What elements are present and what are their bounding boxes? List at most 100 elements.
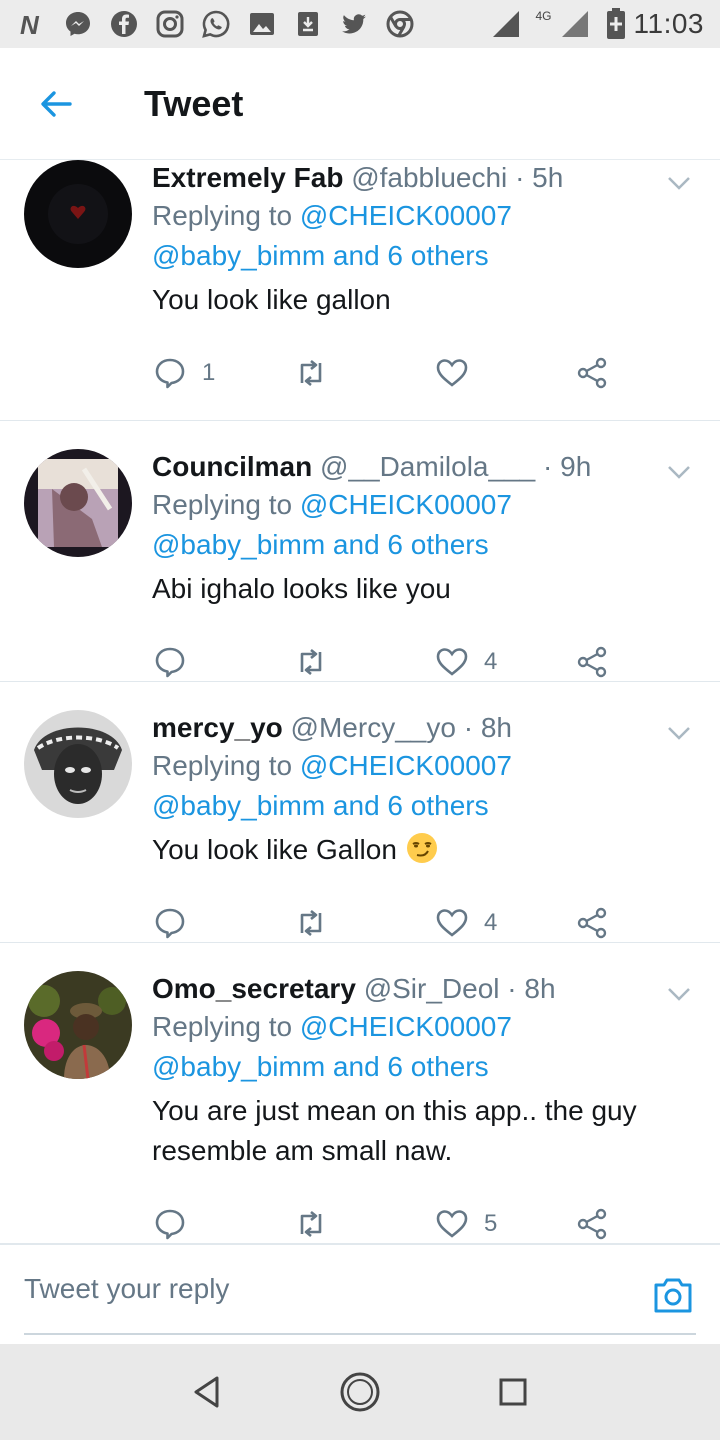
retweet-button[interactable] [293, 905, 434, 941]
reply-composer [0, 1244, 720, 1344]
heart-icon [436, 1210, 468, 1238]
user-handle[interactable]: @fabbluechi [351, 162, 507, 193]
avatar[interactable] [24, 710, 132, 818]
arrow-left-icon [41, 90, 72, 117]
chevron-down-icon[interactable] [664, 457, 694, 487]
user-handle[interactable]: @Mercy__yo [291, 712, 456, 743]
others-link[interactable]: @baby_bimm and 6 others [152, 525, 692, 565]
twitter-icon [338, 8, 370, 40]
tweet-header: Extremely Fab @fabbluechi · 5h [152, 160, 692, 196]
tweet-item[interactable]: Omo_secretary @Sir_Deol · 8h Replying to… [0, 943, 720, 1244]
tweet-body: Omo_secretary @Sir_Deol · 8h Replying to… [152, 971, 692, 1244]
chevron-down-icon[interactable] [664, 979, 694, 1009]
page-title: Tweet [144, 82, 244, 124]
retweet-button[interactable] [293, 644, 434, 680]
share-button[interactable] [575, 355, 611, 391]
mention-link[interactable]: @CHEICK00007 [300, 1011, 512, 1042]
replying-label: Replying to [152, 750, 293, 781]
share-button[interactable] [575, 1206, 611, 1242]
user-handle[interactable]: @Sir_Deol [364, 973, 500, 1004]
reply-button[interactable] [152, 1206, 293, 1242]
tweet-item[interactable]: mercy_yo @Mercy__yo · 8h Replying to @CH… [0, 682, 720, 943]
nav-home-button[interactable] [336, 1368, 384, 1416]
like-count: 4 [484, 648, 498, 675]
tweet-feed[interactable]: Extremely Fab @fabbluechi · 5h Replying … [0, 160, 720, 1244]
share-button[interactable] [575, 905, 611, 941]
replying-to: Replying to @CHEICK00007 [152, 746, 692, 786]
heart-icon [436, 648, 468, 676]
heart-icon [436, 359, 468, 387]
retweet-button[interactable] [293, 1206, 434, 1242]
like-count: 5 [484, 1210, 498, 1237]
like-button[interactable]: 4 [434, 905, 575, 941]
tweet-text: You are just mean on this app.. the guy … [152, 1095, 637, 1166]
reply-input[interactable] [24, 1245, 696, 1335]
replying-label: Replying to [152, 200, 293, 231]
nav-back-button[interactable] [183, 1368, 231, 1416]
replying-to: Replying to @CHEICK00007 [152, 1007, 692, 1047]
chrome-icon [384, 8, 416, 40]
recents-square-icon [499, 1378, 527, 1406]
smirking-face-emoji-icon [406, 833, 437, 863]
mention-link[interactable]: @CHEICK00007 [300, 489, 512, 520]
download-icon [292, 8, 324, 40]
back-button[interactable] [28, 76, 84, 132]
display-name[interactable]: Omo_secretary [152, 973, 356, 1004]
tweet-time: 5h [532, 162, 564, 193]
tweet-time: 9h [560, 451, 592, 482]
tweet-header: mercy_yo @Mercy__yo · 8h [152, 710, 692, 746]
tweet-text: Abi ighalo looks like you [152, 573, 451, 604]
status-notification-icons: N [16, 8, 416, 40]
display-name[interactable]: mercy_yo [152, 712, 283, 743]
tweet-actions: 5 [152, 1185, 692, 1244]
others-link[interactable]: @baby_bimm and 6 others [152, 1047, 692, 1087]
status-time: 11:03 [633, 8, 704, 39]
reply-button[interactable]: 1 [152, 355, 293, 391]
signal-icon [493, 11, 520, 37]
separator-dot: · [463, 712, 474, 743]
mention-link[interactable]: @CHEICK00007 [300, 750, 512, 781]
reply-button[interactable] [152, 905, 293, 941]
like-button[interactable]: 5 [434, 1206, 575, 1242]
avatar[interactable] [24, 449, 132, 557]
nav-recents-button[interactable] [489, 1368, 537, 1416]
tweet-text: You look like Gallon [152, 834, 397, 865]
others-link[interactable]: @baby_bimm and 6 others [152, 236, 692, 276]
chevron-down-icon[interactable] [664, 168, 694, 198]
n-notification-icon: N [16, 8, 48, 40]
mention-link[interactable]: @CHEICK00007 [300, 200, 512, 231]
tweet-actions: 1 [152, 334, 692, 412]
replying-to: Replying to @CHEICK00007 [152, 485, 692, 525]
others-link[interactable]: @baby_bimm and 6 others [152, 786, 692, 826]
replying-label: Replying to [152, 489, 293, 520]
display-name[interactable]: Councilman [152, 451, 312, 482]
tweet-item[interactable]: Extremely Fab @fabbluechi · 5h Replying … [0, 160, 720, 421]
share-button[interactable] [575, 644, 611, 680]
instagram-icon [154, 8, 186, 40]
avatar[interactable] [24, 971, 132, 1079]
user-handle[interactable]: @__Damilola___ [320, 451, 535, 482]
tweet-text-wrap: You look like Gallon [152, 830, 692, 870]
like-button[interactable] [434, 355, 575, 391]
reply-count: 1 [202, 359, 216, 386]
whatsapp-icon [200, 8, 232, 40]
camera-icon[interactable] [652, 1275, 694, 1315]
display-name[interactable]: Extremely Fab [152, 162, 343, 193]
retweet-icon [300, 648, 322, 676]
reply-button[interactable] [152, 644, 293, 680]
heart-icon [436, 909, 468, 937]
gallery-icon [246, 8, 278, 40]
tweet-item[interactable]: Councilman @__Damilola___ · 9h Replying … [0, 421, 720, 682]
signal-secondary-icon [561, 11, 588, 37]
tweet-body: mercy_yo @Mercy__yo · 8h Replying to @CH… [152, 710, 692, 962]
avatar[interactable] [24, 160, 132, 268]
messenger-icon [62, 8, 94, 40]
like-button[interactable]: 4 [434, 644, 575, 680]
share-icon [577, 907, 607, 939]
share-icon [577, 1208, 607, 1240]
chevron-down-icon[interactable] [664, 718, 694, 748]
replying-label: Replying to [152, 1011, 293, 1042]
share-icon [577, 646, 607, 678]
retweet-button[interactable] [293, 355, 434, 391]
tweet-time: 8h [480, 712, 512, 743]
